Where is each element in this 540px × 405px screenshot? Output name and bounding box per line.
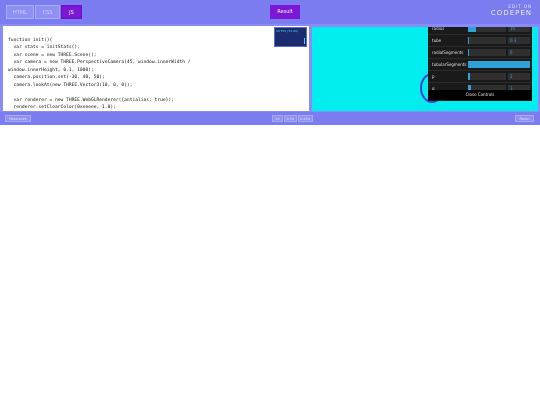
- gui-slider-fill: [468, 73, 470, 80]
- gui-row-radius: radius 10: [428, 27, 532, 35]
- gui-slider[interactable]: [468, 37, 506, 44]
- gui-slider-fill: [468, 37, 470, 44]
- gui-value-input[interactable]: 6: [508, 49, 530, 56]
- gui-row-tube: tube 0.3: [428, 35, 532, 47]
- tab-css[interactable]: CSS: [35, 5, 60, 19]
- zoom-1x-button[interactable]: 1×: [272, 115, 283, 122]
- fps-stats-panel[interactable]: 59 FPS (59-60): [274, 27, 307, 47]
- gui-row-tubularSegments: tubularSegments: [428, 59, 532, 71]
- tab-html[interactable]: HTML: [6, 5, 34, 19]
- dat-gui-controls: radius 10 tube 0.3 radialSegments 6 tubularSeg…: [428, 27, 532, 101]
- gui-value-input[interactable]: 10: [508, 27, 530, 32]
- codepen-brand[interactable]: EDIT ON CODEPEN: [491, 4, 532, 17]
- top-toolbar: HTML CSS JS Result EDIT ON CODEPEN: [0, 0, 540, 24]
- gui-value-input[interactable]: 2: [508, 73, 530, 80]
- gui-slider[interactable]: [468, 49, 506, 56]
- zoom-quarter-button[interactable]: 0.25×: [298, 115, 313, 122]
- gui-label: radius: [432, 27, 445, 31]
- tab-result[interactable]: Result: [270, 5, 300, 19]
- gui-label: tubularSegments: [432, 62, 467, 67]
- gui-row-p: p2: [428, 71, 532, 83]
- gui-slider-fill: [468, 49, 470, 56]
- gui-slider-fill: [468, 27, 477, 32]
- tab-js[interactable]: JS: [61, 5, 82, 19]
- fps-graph-bar: [304, 38, 305, 44]
- gui-slider-fill: [468, 61, 530, 68]
- result-preview[interactable]: radius 10 tube 0.3 radialSegments 6 tubularSeg…: [312, 27, 538, 111]
- gui-value-input[interactable]: 0.3: [508, 37, 530, 44]
- resources-button[interactable]: Resources: [5, 115, 31, 122]
- close-controls-button[interactable]: Close Controls: [428, 90, 532, 100]
- gui-label: p: [432, 74, 435, 79]
- gui-slider[interactable]: [468, 73, 506, 80]
- fps-label: 59 FPS (59-60): [276, 29, 299, 33]
- rerun-button[interactable]: Rerun: [515, 115, 534, 122]
- code-editor[interactable]: function init(){ var stats = initStats()…: [3, 26, 309, 111]
- gui-label: radialSegments: [432, 50, 464, 55]
- gui-label: tube: [432, 38, 442, 43]
- codepen-logo: CODEPEN: [490, 9, 532, 17]
- gui-slider[interactable]: [468, 27, 506, 32]
- gui-slider[interactable]: [468, 61, 530, 68]
- code-block: function init(){ var stats = initStats()…: [8, 38, 191, 111]
- codepen-embed: HTML CSS JS Result EDIT ON CODEPEN funct…: [0, 0, 540, 125]
- bottom-toolbar: Resources 1× 0.5× 0.25× Rerun: [0, 112, 540, 125]
- gui-row-radialSegments: radialSegments 6: [428, 47, 532, 59]
- zoom-half-button[interactable]: 0.5×: [284, 115, 297, 122]
